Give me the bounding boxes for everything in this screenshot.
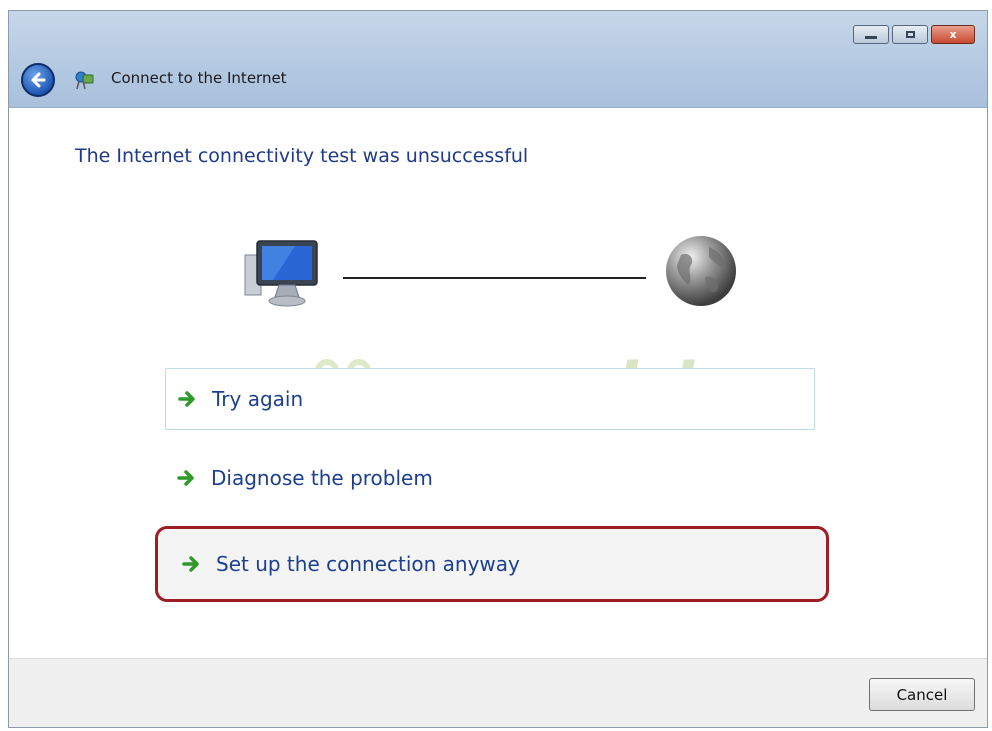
maximize-button[interactable] (892, 25, 928, 44)
window-controls: x (853, 25, 975, 44)
close-icon: x (949, 28, 957, 41)
minimize-icon (865, 36, 877, 39)
connection-line (343, 277, 646, 279)
wizard-window: x Connect to the Internet The Internet c… (8, 10, 988, 728)
option-content: Set up the connection anyway (182, 552, 520, 576)
network-icon (75, 71, 94, 90)
minimize-button[interactable] (853, 25, 889, 44)
maximize-icon (905, 31, 915, 38)
back-button[interactable] (21, 63, 55, 97)
close-button[interactable]: x (931, 25, 975, 44)
option-label: Diagnose the problem (211, 466, 433, 490)
page-heading: The Internet connectivity test was unsuc… (75, 145, 529, 167)
option-diagnose[interactable]: Diagnose the problem (165, 447, 815, 509)
option-set-up-anyway[interactable]: Set up the connection anyway (155, 526, 829, 602)
title-bar: x Connect to the Internet (9, 11, 987, 108)
back-arrow-icon (31, 72, 46, 88)
option-label: Try again (212, 387, 304, 411)
window-title: Connect to the Internet (111, 69, 287, 87)
computer-icon (244, 240, 318, 307)
green-arrow-icon (178, 391, 195, 407)
option-label: Set up the connection anyway (216, 552, 520, 576)
green-arrow-icon (182, 556, 199, 572)
footer-bar: Cancel (9, 658, 987, 727)
green-arrow-icon (177, 470, 194, 486)
option-try-again[interactable]: Try again (165, 368, 815, 430)
globe-icon (666, 236, 736, 306)
cancel-button[interactable]: Cancel (869, 678, 975, 711)
page: x Connect to the Internet The Internet c… (0, 0, 992, 731)
